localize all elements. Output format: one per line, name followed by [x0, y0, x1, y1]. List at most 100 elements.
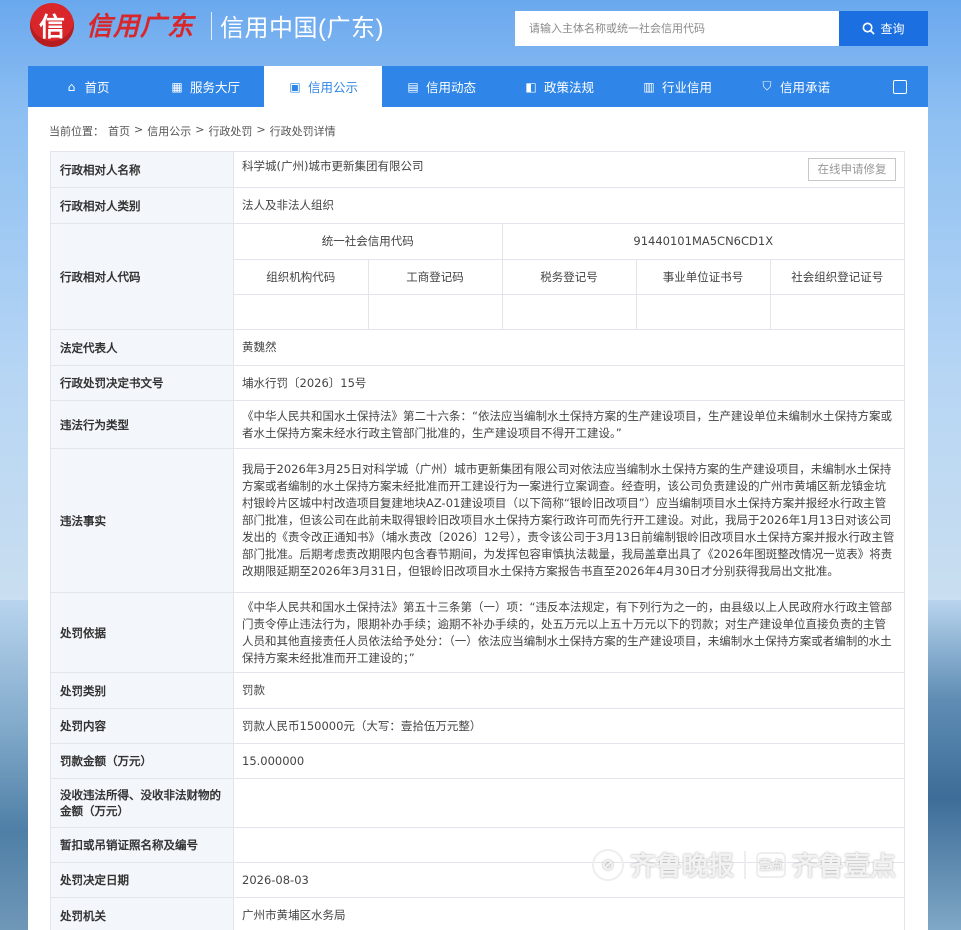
social-org-header: 社会组织登记证号 [769, 258, 904, 295]
table-row: 处罚机关 广州市黄埔区水务局 [50, 897, 905, 930]
nav-item-home[interactable]: ⌂ 首页 [28, 66, 146, 107]
table-row: 行政相对人名称 在线申请修复 科学城(广州)城市更新集团有限公司 [50, 151, 905, 188]
watermark-text-1: 齐鲁晚报 [630, 852, 735, 882]
legal-rep-label: 法定代表人 [50, 329, 234, 366]
table-row: 处罚依据 《中华人民共和国水土保持法》第五十三条第（一）项：“违反本法规定，有下… [50, 592, 905, 673]
table-row: 行政处罚决定书文号 埔水行罚〔2026〕15号 [50, 365, 905, 401]
amount-label: 罚款金额（万元） [50, 743, 234, 779]
basis-value: 《中华人民共和国水土保持法》第五十三条第（一）项：“违反本法规定，有下列行为之一… [233, 592, 905, 673]
watermark: ⊘ 齐鲁晚报 壹点 齐鲁壹点 [592, 846, 896, 883]
nav-item-credit-news[interactable]: ▤ 信用动态 [382, 66, 500, 107]
search-input[interactable] [515, 11, 839, 46]
watermark-text-2: 齐鲁壹点 [792, 852, 897, 882]
type-value: 法人及非法人组织 [233, 187, 905, 224]
facts-label: 违法事实 [50, 448, 234, 593]
nav-item-service-hall[interactable]: ▦ 服务大厅 [146, 66, 264, 107]
facts-value: 我局于2026年3月25日对科学城（广州）城市更新集团有限公司对依法应当编制水土… [233, 448, 905, 593]
violation-type-label: 违法行为类型 [50, 400, 234, 449]
name-value: 科学城(广州)城市更新集团有限公司 [242, 159, 424, 173]
online-repair-button[interactable]: 在线申请修复 [808, 158, 896, 181]
search-button[interactable]: 查询 [839, 11, 928, 46]
name-cell: 在线申请修复 科学城(广州)城市更新集团有限公司 [233, 151, 905, 188]
breadcrumb-current: 行政处罚详情 [269, 125, 336, 138]
public-inst-value [635, 293, 771, 329]
authority-label: 处罚机关 [50, 897, 234, 930]
table-row: 行政相对人类别 法人及非法人组织 [50, 187, 905, 224]
table-row: 处罚类别 罚款 [50, 672, 905, 709]
basis-label: 处罚依据 [50, 592, 234, 673]
penalty-detail-table: 行政相对人名称 在线申请修复 科学城(广州)城市更新集团有限公司 行政相对人类别… [50, 151, 905, 930]
grid-icon: ▦ [171, 79, 183, 94]
watermark-logo-icon: ⊘ [592, 848, 624, 881]
watermark-divider [744, 850, 747, 879]
breadcrumb: 当前位置： 首页 > 信用公示 > 行政处罚 > 行政处罚详情 [49, 123, 336, 139]
nav-item-policy[interactable]: ◧ 政策法规 [500, 66, 618, 107]
breadcrumb-home[interactable]: 首页 [108, 123, 130, 139]
biz-reg-value [367, 293, 503, 329]
home-icon: ⌂ [67, 79, 76, 94]
code-grid: 统一社会信用代码 91440101MA5CN6CD1X 组织机构代码 工商登记码… [234, 224, 904, 329]
org-code-header: 组织机构代码 [234, 258, 369, 295]
public-inst-header: 事业单位证书号 [635, 258, 771, 295]
category-label: 处罚类别 [50, 672, 234, 709]
search-icon [863, 22, 876, 35]
nav-item-credit-commitment[interactable]: ⛉ 信用承诺 [736, 66, 854, 107]
amount-value: 15.000000 [233, 743, 905, 779]
logo-icon[interactable]: 信 [30, 3, 74, 47]
doc-no-value: 埔水行罚〔2026〕15号 [233, 365, 905, 401]
doc-icon: ▤ [407, 79, 419, 94]
skyline-left-decoration [0, 600, 30, 930]
content-value: 罚款人民币150000元（大写：壹拾伍万元整） [233, 708, 905, 744]
nav-item-credit-publicity[interactable]: ▣ 信用公示 [264, 66, 382, 107]
nav-item-label: 信用公示 [307, 80, 358, 95]
expand-button[interactable] [872, 66, 928, 107]
nav-item-industry-credit[interactable]: ▥ 行业信用 [618, 66, 736, 107]
breadcrumb-credit-publicity[interactable]: 信用公示 [147, 123, 191, 139]
expand-icon [893, 79, 907, 94]
search-button-label: 查询 [880, 22, 905, 36]
doc-no-label: 行政处罚决定书文号 [50, 365, 234, 401]
logo-calligraphy[interactable]: 信用广东 [86, 6, 194, 43]
breadcrumb-admin-penalty[interactable]: 行政处罚 [208, 123, 252, 139]
table-row: 违法行为类型 《中华人民共和国水土保持法》第二十六条：“依法应当编制水土保持方案… [50, 400, 905, 449]
social-org-value [769, 293, 904, 329]
shield-icon: ⛉ [762, 79, 772, 93]
nav-item-label: 行业信用 [661, 80, 712, 95]
nav-item-label: 信用承诺 [779, 80, 830, 95]
org-code-value [234, 293, 369, 329]
table-row: 法定代表人 黄魏然 [50, 329, 905, 366]
type-label: 行政相对人类别 [50, 187, 234, 224]
confiscate-label: 没收违法所得、没收非法财物的金额（万元） [50, 778, 234, 828]
content-label: 处罚内容 [50, 708, 234, 744]
watermark-badge-icon: 壹点 [756, 851, 787, 878]
tax-reg-header: 税务登记号 [501, 258, 637, 295]
table-row: 没收违法所得、没收非法财物的金额（万元） [50, 778, 905, 828]
table-row: 违法事实 我局于2026年3月25日对科学城（广州）城市更新集团有限公司对依法应… [50, 448, 905, 593]
nav-item-label: 服务大厅 [189, 80, 240, 95]
uscc-value: 91440101MA5CN6CD1X [501, 224, 904, 260]
building-icon: ▥ [643, 79, 655, 94]
tax-reg-value [501, 293, 637, 329]
code-label: 行政相对人代码 [50, 223, 234, 330]
logo-divider [211, 12, 212, 40]
table-row: 处罚内容 罚款人民币150000元（大写：壹拾伍万元整） [50, 708, 905, 744]
detail-panel: 当前位置： 首页 > 信用公示 > 行政处罚 > 行政处罚详情 行政相对人名称 … [28, 107, 928, 930]
breadcrumb-sep: > [256, 123, 266, 136]
biz-reg-header: 工商登记码 [367, 258, 503, 295]
legal-rep-value: 黄魏然 [233, 329, 905, 366]
category-value: 罚款 [233, 672, 905, 709]
book-icon: ◧ [525, 79, 537, 94]
site-name[interactable]: 信用中国(广东) [220, 8, 384, 43]
nav-item-label: 信用动态 [425, 80, 476, 95]
confiscate-value [233, 778, 905, 828]
license-label: 暂扣或吊销证照名称及编号 [50, 827, 234, 863]
date-label: 处罚决定日期 [50, 862, 234, 898]
breadcrumb-sep: > [134, 123, 144, 136]
code-cell: 统一社会信用代码 91440101MA5CN6CD1X 组织机构代码 工商登记码… [233, 223, 905, 330]
breadcrumb-prefix: 当前位置： [49, 125, 104, 138]
uscc-label: 统一社会信用代码 [234, 224, 503, 260]
breadcrumb-sep: > [195, 123, 205, 136]
table-row: 行政相对人代码 统一社会信用代码 91440101MA5CN6CD1X 组织机构… [50, 223, 905, 330]
announce-icon: ▣ [289, 79, 301, 94]
site-header: 信 信用广东 信用中国(广东) 查询 [0, 0, 961, 62]
